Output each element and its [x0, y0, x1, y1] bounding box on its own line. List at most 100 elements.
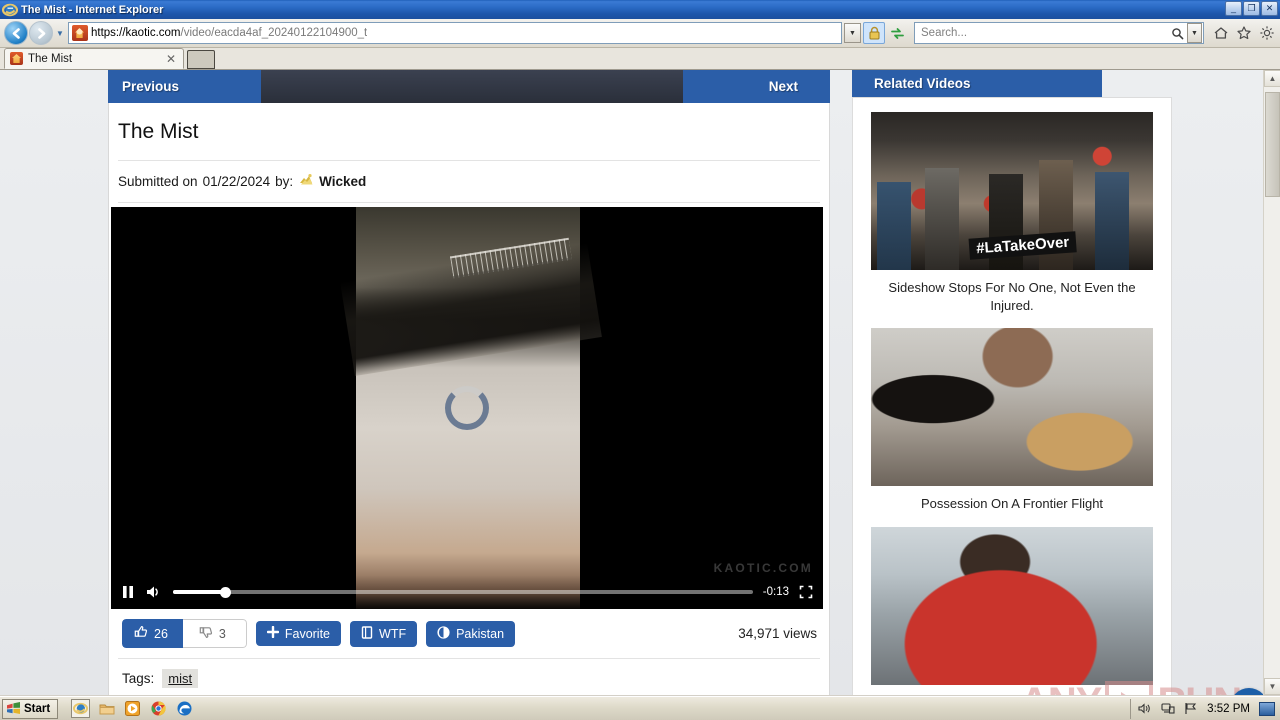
related-videos-heading: Related Videos — [852, 70, 1102, 97]
video-player[interactable]: KAOTIC.COM -0:13 — [111, 207, 823, 609]
submitted-by-label: by: — [275, 174, 294, 189]
address-bar-url: https://kaotic.com/video/eacda4af_202401… — [91, 27, 368, 39]
pause-button[interactable] — [121, 584, 135, 600]
previous-button[interactable]: Previous — [108, 70, 261, 103]
tab-the-mist[interactable]: The Mist ✕ — [4, 48, 184, 69]
tags-label: Tags: — [122, 671, 155, 686]
progress-played — [173, 590, 226, 594]
web-page: Previous Next The Mist Submitted on 01/2… — [0, 70, 1263, 695]
main-column: Previous Next The Mist Submitted on 01/2… — [108, 70, 830, 695]
related-video-thumbnail[interactable] — [871, 526, 1153, 685]
window-title-bar: The Mist - Internet Explorer _ ❐ ✕ — [0, 0, 1280, 19]
avatar — [298, 172, 314, 191]
video-card: The Mist Submitted on 01/22/2024 by: Wic… — [108, 103, 830, 695]
page-title: The Mist — [118, 120, 199, 143]
upvote-count: 26 — [154, 626, 168, 641]
folder-icon[interactable] — [98, 700, 115, 717]
divider — [118, 202, 820, 203]
scrollbar-thumb[interactable] — [1265, 92, 1280, 197]
search-input[interactable]: Search... — [915, 27, 1167, 39]
show-desktop-button[interactable] — [1259, 701, 1275, 716]
related-video-title[interactable]: Sideshow Stops For No One, Not Even the … — [871, 270, 1153, 316]
star-icon[interactable] — [1235, 24, 1253, 42]
downvote-count: 3 — [218, 626, 226, 641]
home-icon[interactable] — [1212, 24, 1230, 42]
flag-icon[interactable] — [1184, 702, 1198, 716]
windows-flag-icon — [6, 702, 21, 715]
list-item[interactable]: #LaTakeOver Sideshow Stops For No One, N… — [871, 112, 1153, 316]
country-label: Pakistan — [456, 626, 505, 641]
volume-icon[interactable] — [1138, 702, 1152, 716]
close-icon[interactable]: ✕ — [163, 53, 179, 65]
new-tab-button[interactable] — [187, 50, 215, 69]
thumbs-down-icon — [199, 625, 213, 642]
history-dropdown-icon[interactable]: ▼ — [53, 23, 67, 43]
submitted-prefix: Submitted on — [118, 174, 198, 189]
wtf-label: WTF — [379, 626, 407, 641]
related-video-title[interactable]: Possession On A Frontier Flight — [871, 486, 1153, 515]
internet-explorer-icon — [2, 2, 18, 18]
window-title: The Mist - Internet Explorer — [21, 3, 164, 16]
gear-icon[interactable] — [1258, 24, 1276, 42]
time-remaining: -0:13 — [762, 586, 789, 598]
wtf-button[interactable]: WTF — [350, 620, 418, 647]
back-arrow-icon[interactable] — [4, 21, 28, 45]
nav-strip-spacer — [261, 70, 683, 103]
search-icon[interactable] — [1167, 27, 1187, 40]
window-controls: _ ❐ ✕ — [1225, 1, 1278, 16]
plus-icon — [266, 625, 280, 641]
refresh-icon[interactable] — [886, 22, 908, 44]
related-video-thumbnail[interactable] — [871, 328, 1153, 487]
network-icon[interactable] — [1161, 702, 1175, 716]
search-dropdown-icon[interactable]: ▼ — [1187, 23, 1202, 43]
fullscreen-button[interactable] — [799, 585, 813, 599]
internet-explorer-icon[interactable] — [71, 699, 91, 718]
next-button[interactable]: Next — [683, 70, 830, 103]
site-favicon-icon — [72, 25, 88, 41]
related-videos-column: Related Videos #LaTakeOver Sideshow Stop… — [852, 70, 1172, 695]
submitter-name[interactable]: Wicked — [319, 174, 366, 189]
globe-icon — [437, 625, 450, 642]
restore-button[interactable]: ❐ — [1243, 1, 1260, 16]
scroll-up-arrow-icon[interactable]: ▲ — [1264, 70, 1280, 87]
lock-icon[interactable] — [863, 22, 885, 44]
upvote-button[interactable]: 26 — [122, 619, 183, 648]
list-item[interactable]: Possession On A Frontier Flight — [871, 328, 1153, 515]
start-label: Start — [24, 702, 51, 715]
progress-handle[interactable] — [219, 586, 231, 598]
volume-button[interactable] — [145, 584, 163, 600]
taskbar-clock[interactable]: 3:52 PM — [1207, 703, 1250, 715]
start-button[interactable]: Start — [2, 698, 59, 719]
view-count: 34,971 views — [738, 626, 817, 641]
chrome-icon[interactable] — [150, 700, 167, 717]
minimize-button[interactable]: _ — [1225, 1, 1242, 16]
flag-report-icon — [361, 625, 373, 642]
scroll-to-top-button[interactable] — [1230, 688, 1263, 695]
forward-arrow-icon[interactable] — [29, 21, 53, 45]
related-video-thumbnail[interactable]: #LaTakeOver — [871, 112, 1153, 270]
address-bar[interactable]: https://kaotic.com/video/eacda4af_202401… — [68, 22, 842, 44]
quick-launch-bar — [71, 699, 193, 718]
browser-navigation-bar: ▼ https://kaotic.com/video/eacda4af_2024… — [0, 19, 1280, 48]
progress-slider[interactable] — [173, 586, 753, 598]
favorite-button[interactable]: Favorite — [255, 621, 342, 646]
page-scrollbar[interactable]: ▲ ▼ — [1263, 70, 1280, 695]
search-box[interactable]: Search... ▼ — [914, 22, 1204, 44]
edge-icon[interactable] — [176, 700, 193, 717]
video-actions: 26 3 Favorite WTF Pakistan 34,971 views — [109, 609, 829, 658]
close-button[interactable]: ✕ — [1261, 1, 1278, 16]
chevron-down-icon[interactable]: ▼ — [844, 23, 861, 43]
country-button[interactable]: Pakistan — [426, 620, 516, 647]
downvote-button[interactable]: 3 — [182, 619, 247, 648]
taskbar: Start 3:52 PM — [0, 696, 1280, 720]
scroll-down-arrow-icon[interactable]: ▼ — [1264, 678, 1280, 695]
tab-bar: The Mist ✕ — [0, 48, 1280, 70]
tag-mist[interactable]: mist — [162, 669, 199, 688]
vote-group: 26 3 — [122, 619, 247, 648]
tab-label: The Mist — [28, 52, 73, 65]
browser-toolbar-icons — [1212, 24, 1276, 42]
media-player-icon[interactable] — [124, 700, 141, 717]
submitted-info: Submitted on 01/22/2024 by: Wicked — [109, 161, 829, 202]
list-item[interactable] — [871, 526, 1153, 685]
player-watermark: KAOTIC.COM — [713, 561, 813, 575]
